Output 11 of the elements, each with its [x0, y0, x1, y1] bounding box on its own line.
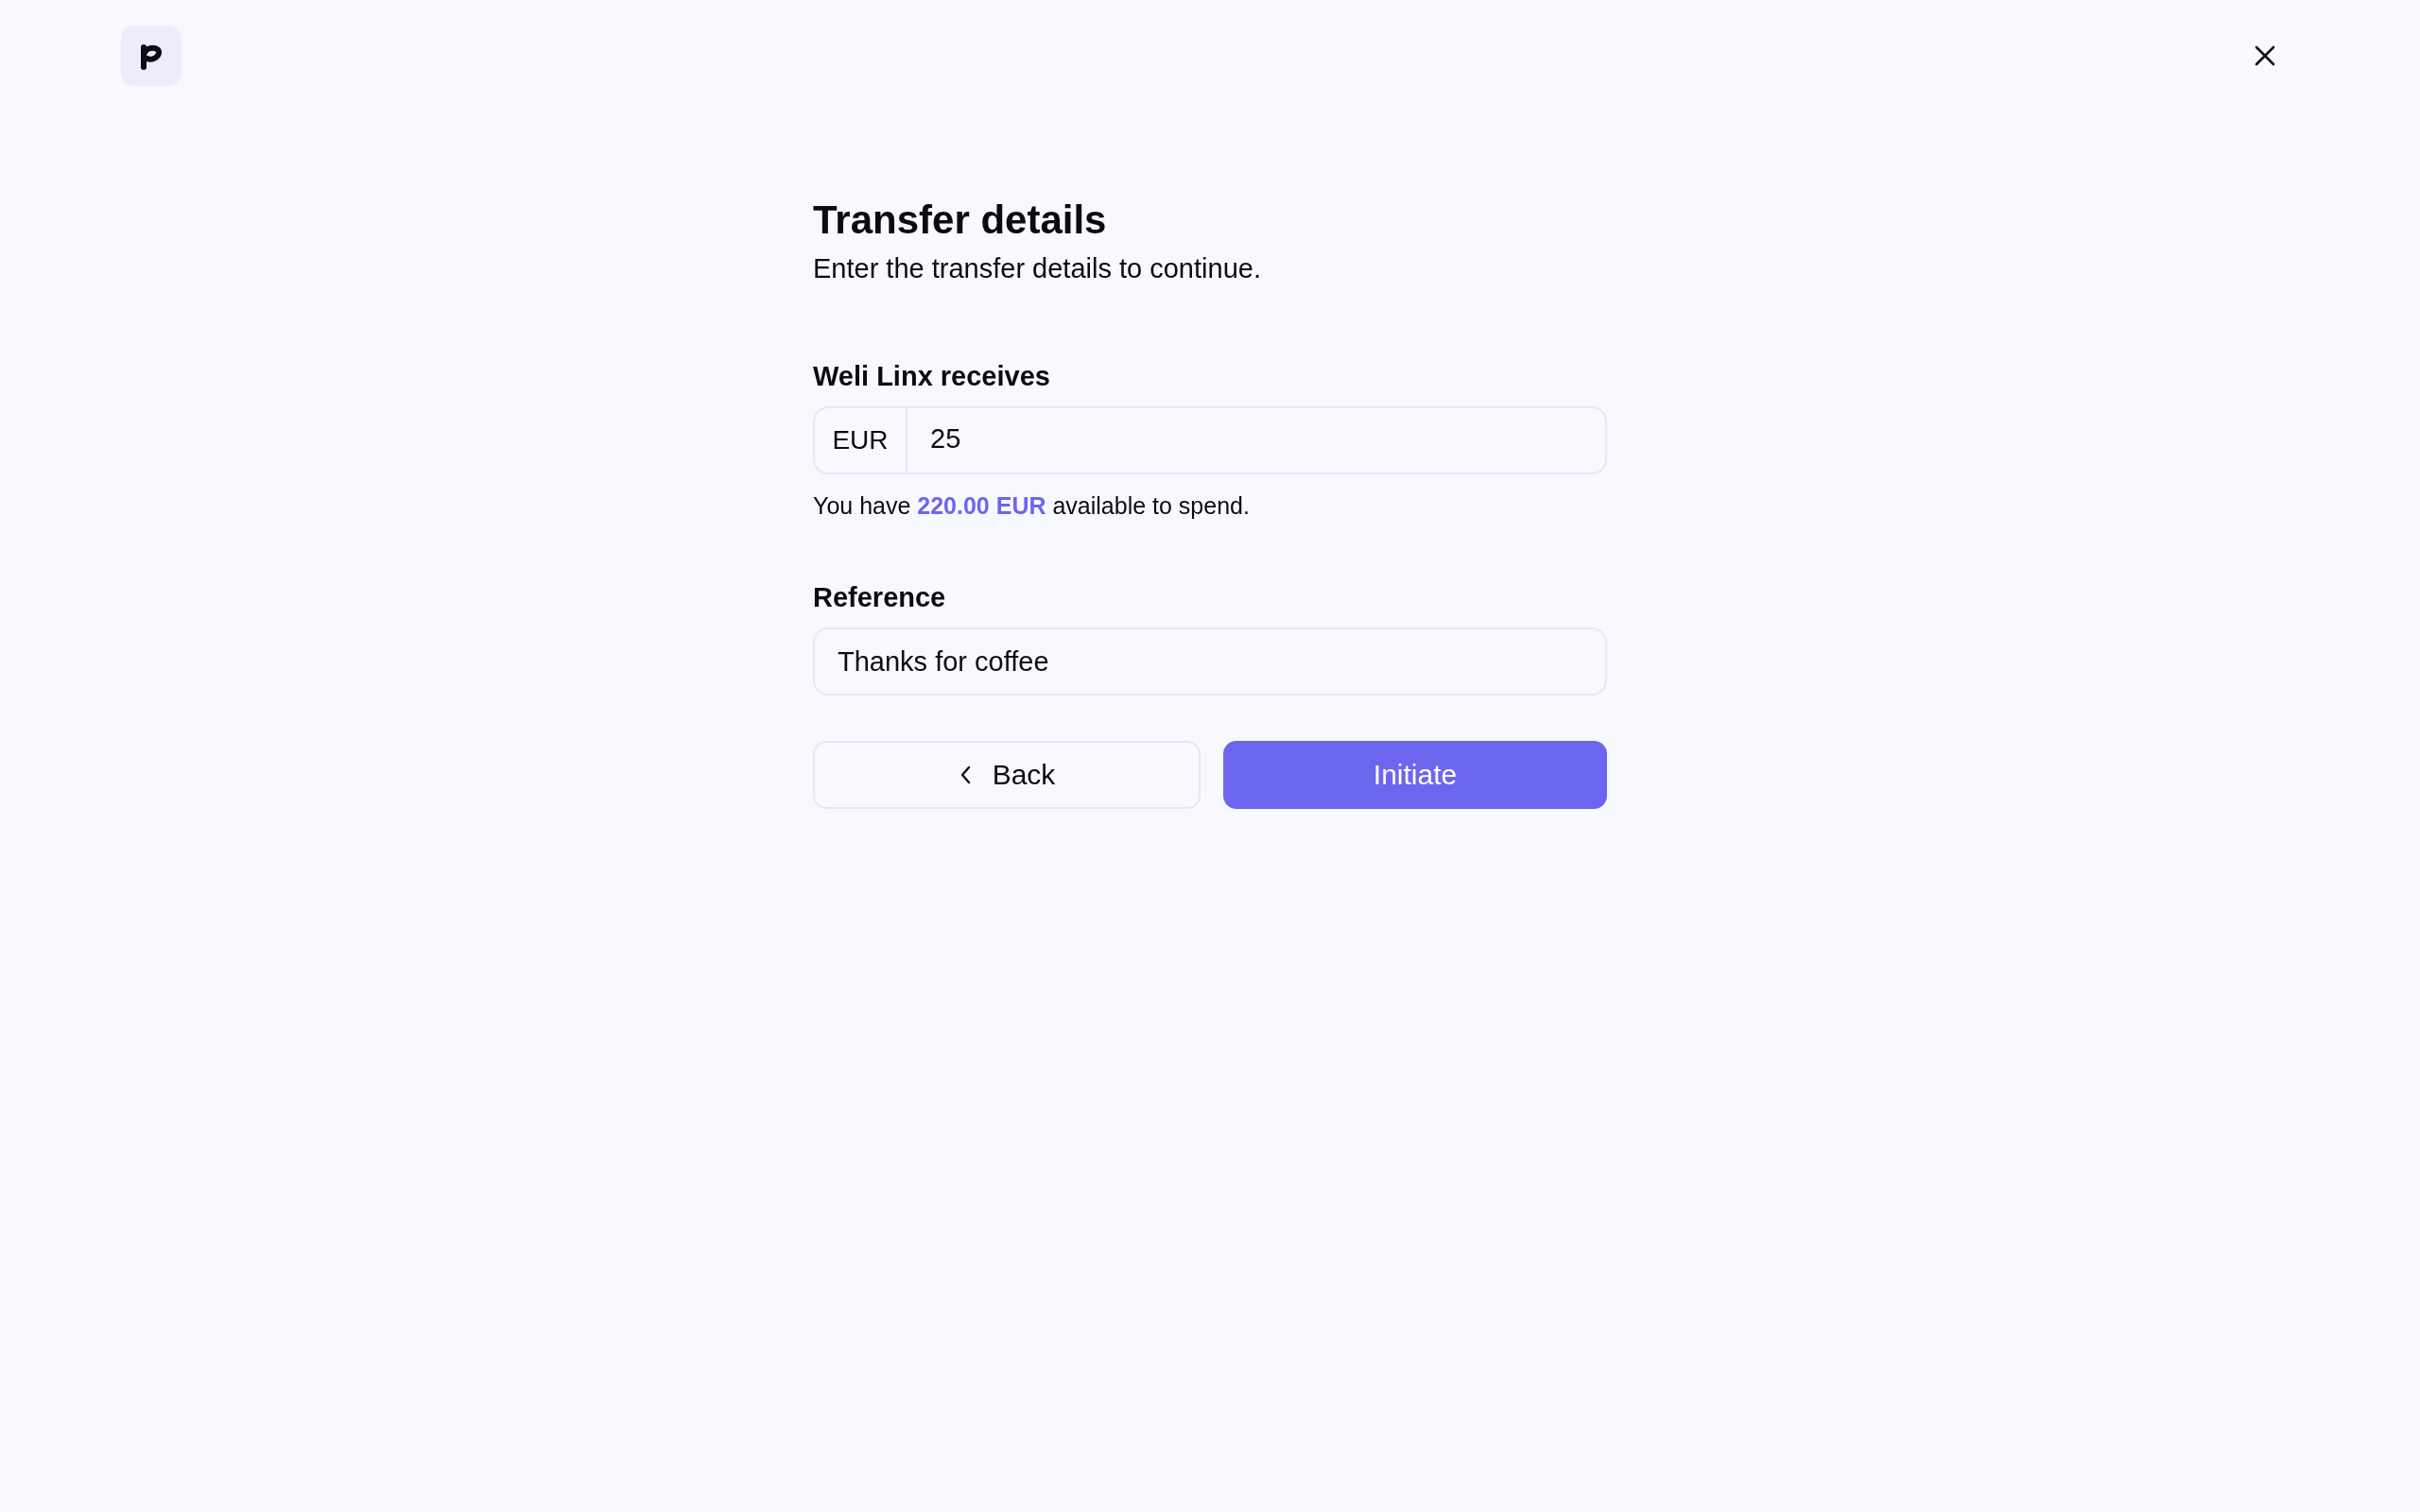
balance-note: You have 220.00 EUR available to spend. — [813, 491, 1251, 521]
logo-icon — [121, 26, 182, 86]
initiate-button[interactable]: Initiate — [1223, 741, 1607, 809]
page-subtitle: Enter the transfer details to continue. — [813, 252, 1262, 285]
amount-label: Weli Linx receives — [813, 360, 1051, 393]
close-icon[interactable] — [2254, 44, 2276, 67]
amount-field[interactable]: 25 — [906, 406, 1607, 474]
reference-label: Reference — [813, 581, 947, 614]
reference-field[interactable]: Thanks for coffee — [813, 627, 1607, 696]
page-title: Transfer details — [813, 197, 1108, 244]
back-button[interactable]: Back — [813, 741, 1201, 809]
